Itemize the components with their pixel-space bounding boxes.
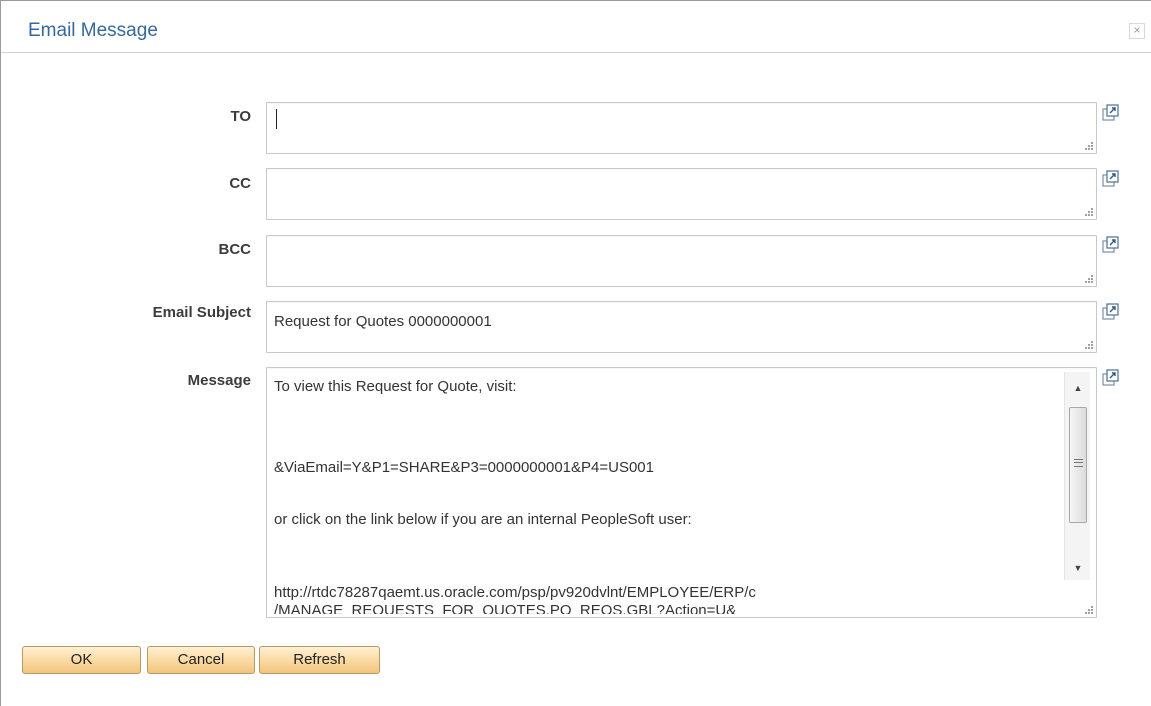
message-label: Message: [187, 372, 251, 389]
scroll-up-icon[interactable]: ▲: [1065, 376, 1091, 400]
message-line: [274, 396, 1054, 414]
bcc-field[interactable]: [266, 235, 1097, 287]
message-line: /MANAGE_REQUESTS_FOR_QUOTES.PO_REQS.GBL?…: [274, 602, 737, 614]
expand-field-icon[interactable]: [1102, 369, 1119, 386]
dialog-title: Email Message: [28, 20, 158, 41]
email-subject-label: Email Subject: [152, 304, 251, 321]
close-icon[interactable]: ×: [1129, 23, 1145, 39]
message-line: [274, 529, 1054, 547]
bcc-label: BCC: [218, 241, 252, 258]
message-scrollbar[interactable]: ▲ ▼: [1064, 372, 1090, 580]
ok-button[interactable]: OK: [22, 646, 141, 674]
expand-field-icon[interactable]: [1102, 303, 1119, 320]
email-subject-field[interactable]: Request for Quotes 0000000001: [266, 301, 1097, 353]
message-line: [274, 414, 1054, 459]
message-line: To view this Request for Quote, visit:: [274, 378, 517, 395]
to-label: TO: [230, 108, 251, 125]
dialog-titlebar: Email Message ×: [1, 1, 1151, 53]
email-subject-value: Request for Quotes 0000000001: [274, 313, 492, 330]
resize-grip-icon[interactable]: [1082, 340, 1094, 350]
message-body: To view this Request for Quote, visit: &…: [274, 378, 1054, 614]
message-textarea[interactable]: To view this Request for Quote, visit: &…: [266, 367, 1097, 618]
message-line: &ViaEmail=Y&P1=SHARE&P3=0000000001&P4=US…: [274, 459, 654, 476]
resize-grip-icon[interactable]: [1082, 605, 1094, 615]
to-field[interactable]: [266, 102, 1097, 154]
message-line: [274, 547, 1054, 584]
resize-grip-icon[interactable]: [1082, 141, 1094, 151]
resize-grip-icon[interactable]: [1082, 274, 1094, 284]
grip-lines-icon: [1074, 459, 1083, 467]
cc-label: CC: [229, 175, 251, 192]
scrollbar-thumb[interactable]: [1069, 407, 1087, 523]
email-message-dialog: Email Message × TO CC BCC Email Subject …: [0, 0, 1151, 706]
resize-grip-icon[interactable]: [1082, 207, 1094, 217]
expand-field-icon[interactable]: [1102, 236, 1119, 253]
cc-field[interactable]: [266, 168, 1097, 220]
scroll-down-icon[interactable]: ▼: [1065, 556, 1091, 580]
expand-field-icon[interactable]: [1102, 170, 1119, 187]
message-line: [274, 477, 1054, 511]
message-line: http://rtdc78287qaemt.us.oracle.com/psp/…: [274, 584, 756, 601]
text-cursor: [276, 109, 277, 129]
message-line: or click on the link below if you are an…: [274, 511, 692, 528]
expand-field-icon[interactable]: [1102, 104, 1119, 121]
cancel-button[interactable]: Cancel: [147, 646, 255, 674]
refresh-button[interactable]: Refresh: [259, 646, 380, 674]
